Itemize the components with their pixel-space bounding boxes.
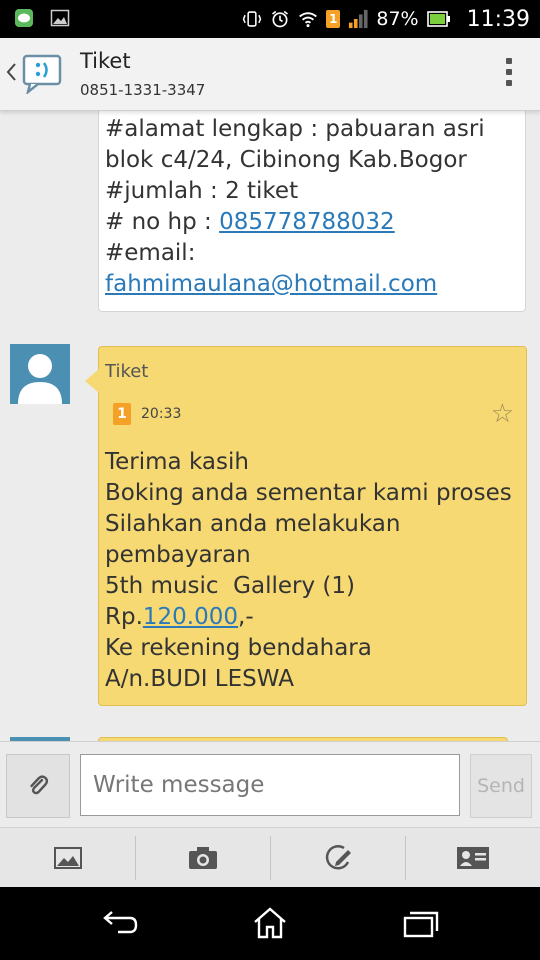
sim-1-icon: 1 <box>326 9 341 29</box>
attach-camera-button[interactable] <box>135 828 270 888</box>
system-navigation-bar <box>0 887 540 960</box>
battery-icon <box>426 9 451 29</box>
message-text: #alamat lengkap : pabuaran asri blok c4/2… <box>105 116 485 297</box>
message-sender: Tiket <box>105 361 149 382</box>
back-icon[interactable] <box>98 903 142 943</box>
contact-name: Tiket <box>80 49 131 73</box>
status-bar: 1 87% 11:39 <box>0 0 540 38</box>
attach-sketch-button[interactable] <box>270 828 405 888</box>
messaging-app-icon <box>20 54 64 96</box>
attach-picture-button[interactable] <box>0 828 135 888</box>
line-app-icon <box>14 8 34 28</box>
status-clock: 11:39 <box>466 6 530 32</box>
overflow-menu-icon[interactable] <box>506 58 512 86</box>
outgoing-message-bubble[interactable]: #alamat lengkap : pabuaran asri blok c4/2… <box>98 111 526 312</box>
back-chevron-icon <box>6 62 16 87</box>
camera-icon <box>188 847 217 869</box>
conversation-header: Tiket 0851-1331-3347 <box>0 38 540 111</box>
email-link[interactable]: fahmimaulana@hotmail.com <box>105 271 437 297</box>
message-timestamp: 20:33 <box>141 406 182 422</box>
attachment-shortcuts <box>0 827 540 888</box>
paperclip-icon <box>30 775 49 795</box>
phone-number-link[interactable]: 085778788032 <box>219 209 395 235</box>
attach-button[interactable] <box>6 754 70 818</box>
home-icon[interactable] <box>248 903 292 943</box>
compose-bar: Send <box>0 741 540 828</box>
alarm-icon <box>270 9 290 29</box>
amount-link[interactable]: 120.000 <box>143 604 238 630</box>
sim-1-icon: 1 <box>113 403 131 425</box>
star-icon[interactable]: ☆ <box>491 399 514 429</box>
recent-apps-icon[interactable] <box>398 903 442 943</box>
contact-phone: 0851-1331-3347 <box>80 81 206 99</box>
picture-icon <box>53 847 82 869</box>
signal-icon <box>348 9 368 29</box>
incoming-message-bubble[interactable]: Tiket 1 20:33 ☆ Terima kasih Boking anda … <box>85 346 527 706</box>
vibrate-icon <box>242 9 262 29</box>
sketch-icon <box>325 845 351 870</box>
send-button[interactable]: Send <box>470 754 532 818</box>
gallery-notification-icon <box>50 8 70 28</box>
up-navigation-button[interactable] <box>0 38 72 110</box>
contact-card-icon <box>456 847 489 869</box>
message-list[interactable]: #alamat lengkap : pabuaran asri blok c4/2… <box>0 111 540 741</box>
message-input[interactable] <box>80 754 460 816</box>
wifi-icon <box>298 9 318 29</box>
battery-percent: 87% <box>376 8 419 30</box>
contact-avatar[interactable] <box>10 344 70 404</box>
message-text: Terima kasih Boking anda sementar kami pr… <box>105 449 512 692</box>
attach-contact-button[interactable] <box>405 828 540 888</box>
